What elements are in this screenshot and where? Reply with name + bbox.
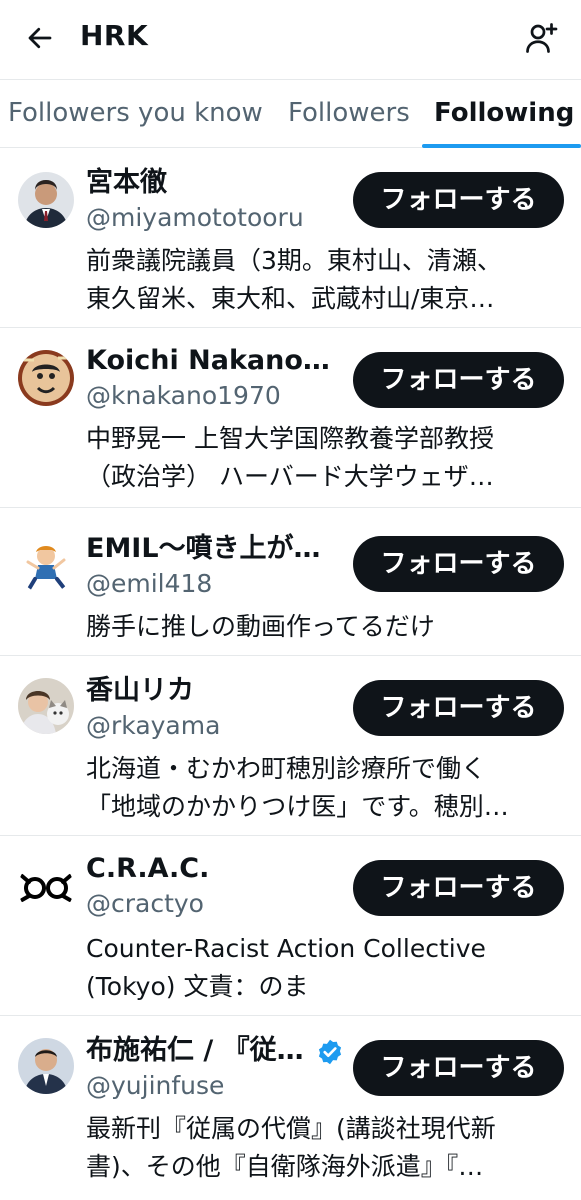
avatar bbox=[18, 860, 74, 916]
user-display-name: Koichi Nakano@… bbox=[86, 345, 336, 376]
add-user-button[interactable] bbox=[519, 16, 563, 60]
bio-line: (Tokyo) 文責：のま bbox=[86, 972, 309, 1001]
top-bar: HRK bbox=[0, 0, 581, 80]
tab-followers-you-know[interactable]: Followers you know bbox=[8, 96, 263, 130]
avatar bbox=[18, 350, 74, 406]
avatar bbox=[18, 538, 74, 594]
follow-button[interactable]: フォローする bbox=[353, 860, 564, 916]
user-display-name: EMIL～噴き上が… bbox=[86, 533, 321, 564]
following-list: 宮本徹 @miyamototooru フォローする 前衆議院議員（3期。東村山、… bbox=[0, 148, 581, 1200]
bio-line: 「地域のかかりつけ医」です。穂別… bbox=[86, 792, 509, 821]
user-row[interactable]: 香山リカ @rkayama フォローする 北海道・むかわ町穂別診療所で働く 「地… bbox=[0, 656, 581, 836]
user-handle: @rkayama bbox=[86, 711, 221, 740]
user-display-name: C.R.A.C. bbox=[86, 853, 210, 884]
user-row[interactable]: Koichi Nakano@… @knakano1970 フォローする 中野晃一… bbox=[0, 328, 581, 508]
avatar bbox=[18, 1038, 74, 1094]
follow-button[interactable]: フォローする bbox=[353, 680, 564, 736]
user-handle: @yujinfuse bbox=[86, 1071, 225, 1100]
user-display-name: 宮本徹 bbox=[86, 167, 167, 198]
bio-line: （政治学） ハーバード大学ウェザ… bbox=[86, 462, 494, 491]
user-bio: Counter-Racist Action Collective (Tokyo)… bbox=[86, 930, 556, 1006]
user-bio: 北海道・むかわ町穂別診療所で働く 「地域のかかりつけ医」です。穂別… bbox=[86, 750, 556, 826]
user-display-name: 布施祐仁 / 『従… bbox=[86, 1035, 304, 1066]
user-handle: @knakano1970 bbox=[86, 381, 281, 410]
user-bio: 前衆議院議員（3期。東村山、清瀬、 東久留米、東大和、武蔵村山/東京… bbox=[86, 242, 556, 318]
add-user-icon bbox=[526, 23, 558, 53]
bio-line: 北海道・むかわ町穂別診療所で働く bbox=[86, 754, 487, 783]
verified-badge-icon bbox=[318, 1039, 342, 1065]
bio-line: 中野晃一 上智大学国際教養学部教授 bbox=[86, 424, 494, 453]
tab-bar: Followers you know Followers Following bbox=[0, 80, 581, 148]
tab-followers[interactable]: Followers bbox=[288, 96, 410, 130]
user-row[interactable]: EMIL～噴き上が… @emil418 フォローする 勝手に推しの動画作ってるだ… bbox=[0, 508, 581, 656]
bio-line: 最新刊『従属の代償』(講談社現代新 bbox=[86, 1114, 496, 1143]
follow-button[interactable]: フォローする bbox=[353, 1040, 564, 1096]
follow-button[interactable]: フォローする bbox=[353, 536, 564, 592]
follow-button[interactable]: フォローする bbox=[353, 352, 564, 408]
avatar bbox=[18, 172, 74, 228]
bio-line: 書)、その他『自衛隊海外派遣』『… bbox=[86, 1152, 484, 1181]
back-arrow-icon bbox=[28, 27, 52, 49]
bio-line: Counter-Racist Action Collective bbox=[86, 934, 486, 963]
back-button[interactable] bbox=[20, 18, 60, 58]
user-handle: @miyamototooru bbox=[86, 203, 304, 232]
user-display-name: 香山リカ bbox=[86, 675, 194, 706]
tab-following[interactable]: Following bbox=[434, 96, 574, 130]
user-bio: 中野晃一 上智大学国際教養学部教授 （政治学） ハーバード大学ウェザ… bbox=[86, 420, 556, 496]
bio-line: 勝手に推しの動画作ってるだけ bbox=[86, 612, 435, 641]
bio-line: 前衆議院議員（3期。東村山、清瀬、 bbox=[86, 246, 502, 275]
user-handle: @cractyo bbox=[86, 889, 204, 918]
bio-line: 東久留米、東大和、武蔵村山/東京… bbox=[86, 284, 495, 313]
user-row[interactable]: C.R.A.C. @cractyo フォローする Counter-Racist … bbox=[0, 836, 581, 1016]
user-handle: @emil418 bbox=[86, 569, 213, 598]
avatar bbox=[18, 678, 74, 734]
user-bio: 最新刊『従属の代償』(講談社現代新 書)、その他『自衛隊海外派遣』『… bbox=[86, 1110, 556, 1186]
follow-button[interactable]: フォローする bbox=[353, 172, 564, 228]
user-row[interactable]: 宮本徹 @miyamototooru フォローする 前衆議院議員（3期。東村山、… bbox=[0, 148, 581, 328]
user-bio: 勝手に推しの動画作ってるだけ bbox=[86, 608, 556, 646]
user-row[interactable]: 布施祐仁 / 『従… @yujinfuse フォローする 最新刊『従属の代償』(… bbox=[0, 1016, 581, 1200]
page-title: HRK bbox=[80, 19, 149, 52]
